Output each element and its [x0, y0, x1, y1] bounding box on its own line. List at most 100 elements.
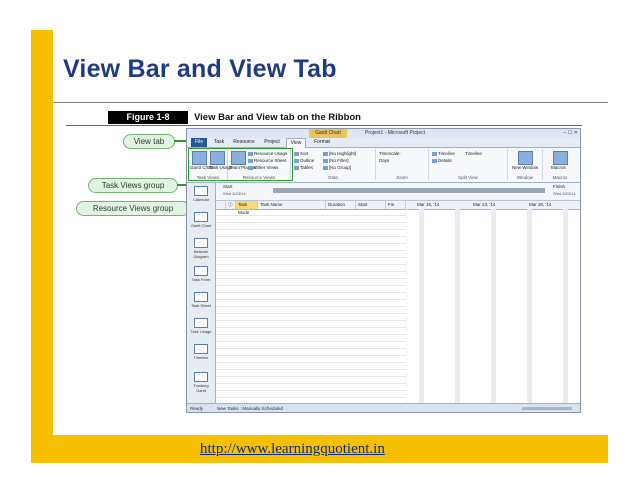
- group-data: Sort Outline Tables [No Highlight] [No F…: [291, 149, 376, 180]
- grid-header-info: [216, 201, 226, 209]
- gantt-nonwork-stripe: [419, 209, 424, 403]
- group-label-split-view: Split View: [458, 175, 478, 180]
- gantt-nonwork-stripe: [455, 209, 460, 403]
- grid-header-duration[interactable]: Duration: [326, 201, 356, 209]
- task-usage-icon: [194, 318, 208, 328]
- new-window-icon[interactable]: [518, 151, 533, 165]
- figure-rule: [66, 125, 582, 126]
- timeline-start-date: Wed 3/23/14: [223, 191, 246, 196]
- title-divider: [53, 102, 608, 103]
- figure-header: Figure 1-8 View Bar and View tab on the …: [66, 109, 582, 125]
- group-label-data: Data: [328, 175, 338, 180]
- callout-resource-views: Resource Views group: [76, 201, 190, 216]
- accent-bar: [31, 30, 53, 435]
- callout-view-tab: View tab: [123, 134, 175, 149]
- grid-header: ⓘ Task Mode Task Name Duration Start Fin: [216, 201, 406, 215]
- new-window-button[interactable]: New Window: [512, 165, 538, 171]
- gantt-week-3: Mar 30, '14: [529, 202, 552, 207]
- group-label-window: Window: [516, 175, 533, 180]
- grid-header-task-name[interactable]: Task Name: [258, 201, 326, 209]
- gantt-nonwork-stripe: [563, 209, 568, 403]
- window-controls[interactable]: ─ ☐ ✕: [563, 130, 578, 136]
- ribbon-tabs: File Task Resource Project View Format: [187, 138, 580, 148]
- highlight-icon: [323, 151, 328, 156]
- view-bar-timeline[interactable]: Timeline: [189, 343, 213, 365]
- gantt-week-1: Mar 16, '14: [417, 202, 440, 207]
- macros-icon[interactable]: [553, 151, 568, 165]
- info-icon: ⓘ: [226, 201, 236, 209]
- macros-button[interactable]: Macros: [551, 165, 566, 171]
- status-new-tasks[interactable]: New Tasks : Manually Scheduled: [217, 404, 283, 412]
- gantt-chart-icon: [194, 212, 208, 222]
- view-bar-calendar[interactable]: Calendar: [189, 185, 213, 207]
- highlight-dropdown[interactable]: [No Highlight]: [323, 151, 356, 157]
- view-bar-network-diagram[interactable]: Network Diagram: [189, 237, 213, 259]
- grid-header-finish[interactable]: Fin: [386, 201, 406, 209]
- timeline-bar[interactable]: [273, 188, 545, 193]
- figure-label: Figure 1-8: [108, 111, 188, 124]
- task-sheet-icon: [194, 292, 208, 302]
- figure: Figure 1-8 View Bar and View tab on the …: [66, 109, 582, 414]
- sort-icon: [294, 151, 299, 156]
- tab-file[interactable]: File: [191, 138, 207, 147]
- view-bar-task-form[interactable]: Task Form: [189, 265, 213, 287]
- gantt-nonwork-stripe: [527, 209, 532, 403]
- group-label-zoom: Zoom: [396, 175, 408, 180]
- group-dropdown[interactable]: [No Group]: [323, 165, 351, 171]
- tab-task[interactable]: Task: [211, 138, 227, 147]
- view-bar-gantt-chart[interactable]: Gantt Chart: [189, 211, 213, 233]
- grid-header-start[interactable]: Start: [356, 201, 386, 209]
- view-bar-task-sheet[interactable]: Task Sheet: [189, 291, 213, 313]
- network-diagram-icon: [194, 238, 208, 248]
- grid-header-task-mode[interactable]: Task Mode: [236, 201, 258, 215]
- timeline-icon: [194, 344, 208, 354]
- status-ready: Ready: [190, 406, 204, 411]
- tables-icon: [294, 165, 299, 170]
- title-bar: Gantt Chart Tools Project1 - Microsoft P…: [187, 129, 580, 145]
- project-window: Gantt Chart Tools Project1 - Microsoft P…: [186, 128, 581, 413]
- timeline[interactable]: Start Wed 3/23/14 Finish Wed 3/23/14: [215, 183, 580, 201]
- view-bar-tracking-gantt[interactable]: Tracking Gantt: [189, 371, 213, 393]
- footer-link[interactable]: http://www.learningquotient.in: [200, 441, 385, 458]
- task-grid[interactable]: [216, 201, 406, 403]
- group-split-view: Timeline Timeline Details Split View: [429, 149, 508, 180]
- figure-caption: View Bar and View tab on the Ribbon: [194, 112, 361, 123]
- timeline-checkbox[interactable]: Timeline: [432, 151, 455, 157]
- tables-button[interactable]: Tables: [294, 165, 313, 171]
- group-macros: Macros Macros: [543, 149, 577, 180]
- slide-title: View Bar and View Tab: [63, 55, 337, 83]
- tab-project[interactable]: Project: [261, 138, 283, 147]
- group-icon: [323, 165, 328, 170]
- timeline-finish-date: Wed 3/23/14: [553, 191, 576, 196]
- tab-view[interactable]: View: [286, 138, 306, 148]
- window-title: Project1 - Microsoft Project: [365, 130, 426, 136]
- group-label-macros: Macros: [552, 175, 568, 180]
- zoom-slider[interactable]: [522, 407, 572, 410]
- group-window: New Window Window: [508, 149, 543, 180]
- details-checkbox[interactable]: Details: [432, 158, 452, 164]
- view-bar-task-usage[interactable]: Task Usage: [189, 317, 213, 339]
- timescale-label: Timescale:: [379, 151, 401, 156]
- filter-icon: [323, 158, 328, 163]
- group-zoom: Timescale: Days Zoom: [376, 149, 429, 180]
- ribbon: Gantt Chart Task Usage Task Views Team P…: [187, 148, 580, 183]
- view-bar: Calendar Gantt Chart Network Diagram Tas…: [187, 183, 216, 403]
- sort-button[interactable]: Sort: [294, 151, 308, 157]
- task-form-icon: [194, 266, 208, 276]
- status-bar: Ready New Tasks : Manually Scheduled: [187, 403, 580, 412]
- timeline-finish-label: Finish: [553, 184, 566, 189]
- outline-button[interactable]: Outline: [294, 158, 314, 164]
- checkbox-icon: [432, 158, 437, 163]
- gantt-nonwork-stripe: [491, 209, 496, 403]
- tab-format[interactable]: Format: [311, 138, 333, 147]
- context-tab-label: Gantt Chart Tools: [309, 129, 347, 145]
- calendar-icon: [194, 186, 208, 196]
- timescale-dropdown[interactable]: Days: [379, 158, 389, 164]
- highlight-view-groups: [188, 148, 293, 181]
- timeline-start-label: Start: [223, 184, 233, 189]
- checkbox-icon: [432, 151, 437, 156]
- callout-task-views: Task Views group: [88, 178, 178, 193]
- tab-resource[interactable]: Resource: [231, 138, 257, 147]
- timeline-dropdown[interactable]: Timeline: [465, 151, 482, 157]
- filter-dropdown[interactable]: [No Filter]: [323, 158, 349, 164]
